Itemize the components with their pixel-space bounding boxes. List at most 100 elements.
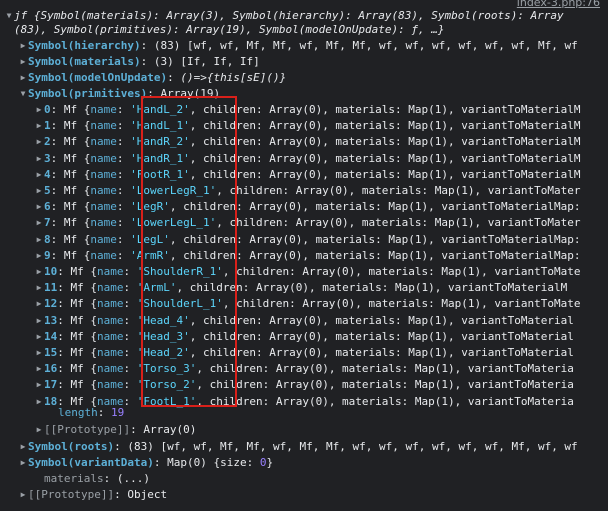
item-rest: children: Array(0), materials: Map(1), v… xyxy=(189,281,568,295)
primitive-item-row[interactable]: 16: Mf {name: 'Torso_3', children: Array… xyxy=(34,361,574,377)
source-link[interactable]: index-3.php:76 xyxy=(516,0,600,9)
root-prototype-row[interactable]: [[Prototype]]: Object xyxy=(18,487,167,503)
prop-key: Symbol(materials) xyxy=(28,55,141,68)
primitive-item-row[interactable]: 0: Mf {name: 'HandL_2', children: Array(… xyxy=(34,102,580,118)
item-name-value: 'FootR_1' xyxy=(130,167,190,181)
primitive-item-row[interactable]: 14: Mf {name: 'Head_3', children: Array(… xyxy=(34,329,574,345)
item-name-key: name xyxy=(90,167,117,181)
item-class: Mf xyxy=(70,346,84,359)
item-index: 13 xyxy=(44,313,58,327)
item-class: Mf xyxy=(63,151,78,165)
collapse-triangle-icon[interactable] xyxy=(18,38,28,54)
item-index: 10 xyxy=(44,265,58,278)
prop-primitives-row[interactable]: Symbol(primitives): Array(19) xyxy=(18,86,220,102)
primitive-item-row[interactable]: 10: Mf {name: 'ShoulderR_1', children: A… xyxy=(34,264,580,280)
collapse-triangle-icon[interactable] xyxy=(34,296,44,312)
prop-hierarchy-row[interactable]: Symbol(hierarchy): (83) [wf, wf, Mf, Mf,… xyxy=(18,38,578,54)
primitive-item-row[interactable]: 15: Mf {name: 'Head_2', children: Array(… xyxy=(34,345,574,361)
prop-materials-row[interactable]: Symbol(materials): (3) [If, If, If] xyxy=(18,54,260,70)
item-name-value: 'FootL_1' xyxy=(136,394,197,408)
item-class: Mf xyxy=(63,216,78,230)
collapse-triangle-icon[interactable] xyxy=(34,134,44,150)
primitive-item-row[interactable]: 4: Mf {name: 'FootR_1', children: Array(… xyxy=(34,167,580,183)
prop-modelonupdate-row[interactable]: Symbol(modelOnUpdate): ()=>{this[sE]()} xyxy=(18,70,286,86)
item-name-value: 'ArmL' xyxy=(136,281,177,295)
item-index: 5 xyxy=(44,184,51,197)
collapse-triangle-icon[interactable] xyxy=(34,183,44,199)
primitive-item-row[interactable]: 17: Mf {name: 'Torso_2', children: Array… xyxy=(34,377,574,393)
item-name-key: name xyxy=(97,297,124,311)
item-rest: children: Array(0), materials: Map(1), v… xyxy=(183,248,581,262)
collapse-triangle-icon[interactable] xyxy=(34,264,44,280)
item-class: Mf xyxy=(70,378,84,392)
primitive-item-row[interactable]: 9: Mf {name: 'ArmR', children: Array(0),… xyxy=(34,248,580,264)
collapse-triangle-icon[interactable] xyxy=(34,329,44,345)
prop-variantdata-row[interactable]: Symbol(variantData): Map(0) {size: 0} xyxy=(18,455,273,471)
collapse-triangle-icon[interactable] xyxy=(34,345,44,361)
item-rest: children: Array(0), materials: Map(1), v… xyxy=(202,119,581,133)
item-name-key: name xyxy=(97,362,124,376)
primitive-item-row[interactable]: 6: Mf {name: 'LegR', children: Array(0),… xyxy=(34,199,580,215)
devtools-console: index-3.php:76 jf {Symbol(materials): Ar… xyxy=(0,0,608,511)
item-rest: children: Array(0), materials: Map(1), v… xyxy=(202,313,574,327)
collapse-triangle-icon[interactable] xyxy=(34,377,44,393)
collapse-triangle-icon[interactable] xyxy=(18,70,28,86)
collapse-triangle-icon[interactable] xyxy=(18,487,28,503)
prop-value: (83) [wf, wf, Mf, Mf, wf, Mf, Mf, wf, wf… xyxy=(153,39,578,52)
item-rest: children: Array(0), materials: Map(1), v… xyxy=(202,103,581,116)
prop-materials-getter-row[interactable]: materials: (...) xyxy=(44,471,150,487)
primitive-item-row[interactable]: 13: Mf {name: 'Head_4', children: Array(… xyxy=(34,313,574,329)
item-class: Mf xyxy=(70,265,84,278)
item-name-key: name xyxy=(90,248,117,262)
expand-triangle-icon[interactable] xyxy=(4,8,14,24)
prop-roots-row[interactable]: Symbol(roots): (83) [wf, wf, Mf, Mf, wf,… xyxy=(18,439,578,455)
primitive-item-row[interactable]: 12: Mf {name: 'ShoulderL_1', children: A… xyxy=(34,296,580,312)
collapse-triangle-icon[interactable] xyxy=(34,313,44,329)
collapse-triangle-icon[interactable] xyxy=(34,232,44,248)
primitive-item-row[interactable]: 8: Mf {name: 'LegL', children: Array(0),… xyxy=(34,232,580,248)
item-index: 16 xyxy=(44,362,58,376)
item-name-value: 'Torso_2' xyxy=(136,378,197,392)
item-index: 8 xyxy=(44,232,51,246)
item-name-value: 'LegR' xyxy=(130,200,170,214)
item-class: Mf xyxy=(70,329,84,343)
collapse-triangle-icon[interactable] xyxy=(34,199,44,215)
collapse-triangle-icon[interactable] xyxy=(34,248,44,264)
item-rest: children: Array(0), materials: Map(1), v… xyxy=(183,200,581,214)
collapse-triangle-icon[interactable] xyxy=(34,280,44,296)
item-name-key: name xyxy=(90,135,117,149)
item-name-key: name xyxy=(97,329,124,343)
item-name-key: name xyxy=(97,378,124,392)
collapse-triangle-icon[interactable] xyxy=(18,455,28,471)
item-name-value: 'Torso_3' xyxy=(136,362,197,376)
collapse-triangle-icon[interactable] xyxy=(34,167,44,183)
item-class: Mf xyxy=(63,184,78,197)
item-name-key: name xyxy=(97,346,124,359)
primitive-item-row[interactable]: 2: Mf {name: 'HandR_2', children: Array(… xyxy=(34,134,580,150)
item-index: 6 xyxy=(44,200,51,214)
primitive-item-row[interactable]: 5: Mf {name: 'LowerLegR_1', children: Ar… xyxy=(34,183,580,199)
collapse-triangle-icon[interactable] xyxy=(18,439,28,455)
item-name-key: name xyxy=(90,103,117,116)
item-class: Mf xyxy=(63,103,78,116)
primitive-item-row[interactable]: 7: Mf {name: 'LowerLegL_1', children: Ar… xyxy=(34,215,580,231)
collapse-triangle-icon[interactable] xyxy=(34,394,44,410)
invoke-getter[interactable]: (...) xyxy=(117,472,150,485)
collapse-triangle-icon[interactable] xyxy=(34,151,44,167)
primitive-item-row[interactable]: 11: Mf {name: 'ArmL', children: Array(0)… xyxy=(34,280,567,296)
collapse-triangle-icon[interactable] xyxy=(34,102,44,118)
collapse-triangle-icon[interactable] xyxy=(34,215,44,231)
prop-key: Symbol(hierarchy) xyxy=(28,39,141,52)
item-class: Mf xyxy=(63,119,78,133)
item-class: Mf xyxy=(63,167,78,181)
item-name-value: 'LowerLegL_1' xyxy=(130,216,217,230)
collapse-triangle-icon[interactable] xyxy=(34,361,44,377)
primitives-prototype-row[interactable]: [[Prototype]]: Array(0) xyxy=(34,422,196,438)
expand-triangle-icon[interactable] xyxy=(18,86,28,102)
item-index: 9 xyxy=(44,248,51,262)
primitive-item-row[interactable]: 1: Mf {name: 'HandL_1', children: Array(… xyxy=(34,118,580,134)
primitive-item-row[interactable]: 3: Mf {name: 'HandR_1', children: Array(… xyxy=(34,151,580,167)
collapse-triangle-icon[interactable] xyxy=(18,54,28,70)
collapse-triangle-icon[interactable] xyxy=(34,422,44,438)
collapse-triangle-icon[interactable] xyxy=(34,118,44,134)
